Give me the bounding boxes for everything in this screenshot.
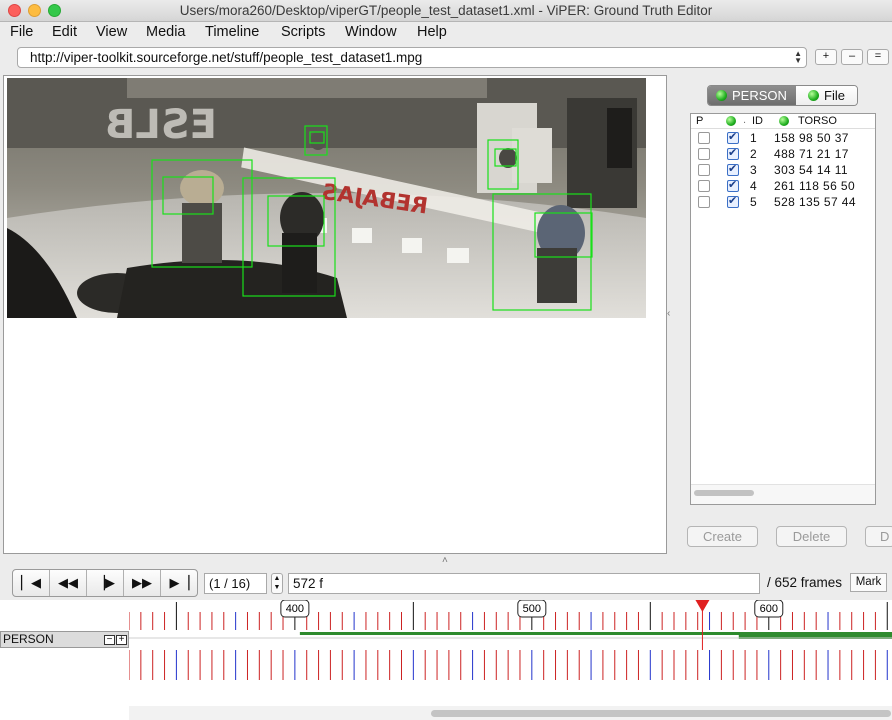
first-frame-button[interactable]: ▏◀ xyxy=(13,570,50,596)
table-scroll-thumb[interactable] xyxy=(694,490,754,496)
row-id: 5 xyxy=(750,195,758,209)
menu-scripts[interactable]: Scripts xyxy=(281,24,325,40)
menu-media[interactable]: Media xyxy=(146,24,186,40)
fast-forward-icon: ▶▶ xyxy=(132,575,152,590)
propagate-checkbox[interactable] xyxy=(698,132,710,144)
table-row[interactable]: 2 488 71 21 17 xyxy=(691,146,875,162)
column-divider-icon: . xyxy=(743,114,747,126)
current-frame-input[interactable]: 572 f xyxy=(288,573,760,594)
play-icon: ▕▶ xyxy=(95,575,115,590)
status-light-icon xyxy=(716,90,727,101)
track-label-person[interactable]: PERSON − + xyxy=(0,631,129,648)
tab-file[interactable]: File xyxy=(796,86,857,105)
rewind-button[interactable]: ◀◀ xyxy=(50,570,87,596)
row-torso-value[interactable]: 528 135 57 44 xyxy=(774,195,856,209)
frame-position-stepper[interactable]: ▲ ▼ xyxy=(271,573,283,594)
row-torso-value[interactable]: 488 71 21 17 xyxy=(774,147,849,161)
tab-person[interactable]: PERSON xyxy=(708,86,796,105)
table-row[interactable]: 4 261 118 56 50 xyxy=(691,178,875,194)
timeline-panel: PERSON − + 400 500 600 xyxy=(0,600,892,720)
status-light-icon xyxy=(808,90,819,101)
menu-bar: File Edit View Media Timeline Scripts Wi… xyxy=(0,22,892,44)
propagate-checkbox[interactable] xyxy=(698,180,710,192)
mark-button[interactable]: Mark xyxy=(850,573,887,592)
table-row[interactable]: 1 158 98 50 37 xyxy=(691,130,875,146)
row-torso-value[interactable]: 303 54 14 11 xyxy=(774,163,848,177)
menu-file[interactable]: File xyxy=(10,24,33,40)
torso-status-icon xyxy=(779,116,794,128)
row-torso-value[interactable]: 158 98 50 37 xyxy=(774,131,849,145)
menu-help[interactable]: Help xyxy=(417,24,447,40)
row-id: 3 xyxy=(750,163,758,177)
current-frame-marker-icon xyxy=(695,600,710,612)
propagate-checkbox[interactable] xyxy=(698,148,710,160)
table-row[interactable]: 3 303 54 14 11 xyxy=(691,162,875,178)
track-segment xyxy=(299,632,892,635)
descriptor-tabs: PERSON File xyxy=(707,85,858,106)
column-header-id[interactable]: ID xyxy=(752,115,763,127)
playback-controls: ▏◀ ◀◀ ▕▶ ▶▶ ▶▕ (1 / 16) ▲ ▼ 572 f / 652 f… xyxy=(0,566,892,600)
video-pane: ESLB REBAJAS xyxy=(3,75,667,554)
title-bar: Users/mora260/Desktop/viperGT/people_tes… xyxy=(0,0,892,22)
total-frames-label: / 652 frames xyxy=(767,575,843,590)
play-button[interactable]: ▕▶ xyxy=(87,570,124,596)
attribute-table: P . ID TORSO 1158 98 50 372488 71 21 173… xyxy=(690,113,876,505)
row-id: 2 xyxy=(750,147,758,161)
menu-view[interactable]: View xyxy=(96,24,127,40)
track-label-text: PERSON xyxy=(3,632,54,646)
table-scrollbar[interactable] xyxy=(691,484,875,504)
visibility-column-icon xyxy=(726,116,741,128)
last-frame-button[interactable]: ▶▕ xyxy=(161,570,198,596)
transport-buttons: ▏◀ ◀◀ ▕▶ ▶▶ ▶▕ xyxy=(12,569,198,597)
timeline-ruler[interactable]: 400 500 600 xyxy=(129,600,892,706)
visible-checkbox[interactable] xyxy=(727,162,739,176)
zoom-fit-button[interactable]: = xyxy=(867,49,889,65)
visible-checkbox[interactable] xyxy=(727,130,739,144)
ruler-label: 400 xyxy=(286,603,304,615)
dropdown-arrows-icon: ▲ ▼ xyxy=(794,49,802,65)
video-frame[interactable]: ESLB REBAJAS xyxy=(7,78,646,318)
visible-checkbox[interactable] xyxy=(727,178,739,192)
expand-track-icon[interactable]: + xyxy=(116,635,127,645)
timeline-track-headers: PERSON − + xyxy=(0,600,129,720)
delete-button[interactable]: Delete xyxy=(776,526,847,547)
media-url-select[interactable]: http://viper-toolkit.sourceforge.net/stu… xyxy=(17,47,807,68)
propagate-checkbox[interactable] xyxy=(698,164,710,176)
svg-text:ESLB: ESLB xyxy=(105,102,217,148)
ruler-label: 600 xyxy=(760,603,778,615)
menu-edit[interactable]: Edit xyxy=(52,24,77,40)
collapse-track-icon[interactable]: − xyxy=(104,635,115,645)
row-torso-value[interactable]: 261 118 56 50 xyxy=(774,179,855,193)
skip-end-icon: ▶▕ xyxy=(169,575,190,590)
row-id: 1 xyxy=(750,131,758,145)
visible-checkbox[interactable] xyxy=(727,194,739,208)
column-header-torso[interactable]: TORSO xyxy=(798,115,837,127)
timeline-scrollbar[interactable] xyxy=(129,706,892,720)
descriptor-pane: PERSON File P . ID TORSO 1158 98 50 3724… xyxy=(670,75,892,554)
zoom-in-button[interactable]: + xyxy=(815,49,837,65)
horizontal-splitter-icon[interactable]: ˄ xyxy=(442,555,448,566)
timeline-scroll-thumb[interactable] xyxy=(431,710,891,717)
media-source-row: http://viper-toolkit.sourceforge.net/stu… xyxy=(0,44,892,72)
video-frame-image: ESLB REBAJAS xyxy=(7,78,646,318)
window-title: Users/mora260/Desktop/viperGT/people_tes… xyxy=(179,3,713,18)
frame-position-field[interactable]: (1 / 16) xyxy=(204,573,267,594)
propagate-checkbox[interactable] xyxy=(698,196,710,208)
table-row[interactable]: 5 528 135 57 44 xyxy=(691,194,875,210)
table-header: P . ID TORSO xyxy=(691,114,875,129)
column-header-p[interactable]: P xyxy=(696,115,703,127)
row-id: 4 xyxy=(750,179,758,193)
skip-start-icon: ▏◀ xyxy=(21,575,41,590)
menu-window[interactable]: Window xyxy=(345,24,397,40)
create-button[interactable]: Create xyxy=(687,526,758,547)
media-url-text: http://viper-toolkit.sourceforge.net/stu… xyxy=(30,50,423,65)
zoom-out-button[interactable]: – xyxy=(841,49,863,65)
visible-checkbox[interactable] xyxy=(727,146,739,160)
duplicate-button[interactable]: D xyxy=(865,526,892,547)
menu-timeline[interactable]: Timeline xyxy=(205,24,259,40)
fast-forward-button[interactable]: ▶▶ xyxy=(124,570,161,596)
ruler-label: 500 xyxy=(523,603,541,615)
rewind-icon: ◀◀ xyxy=(58,575,78,590)
